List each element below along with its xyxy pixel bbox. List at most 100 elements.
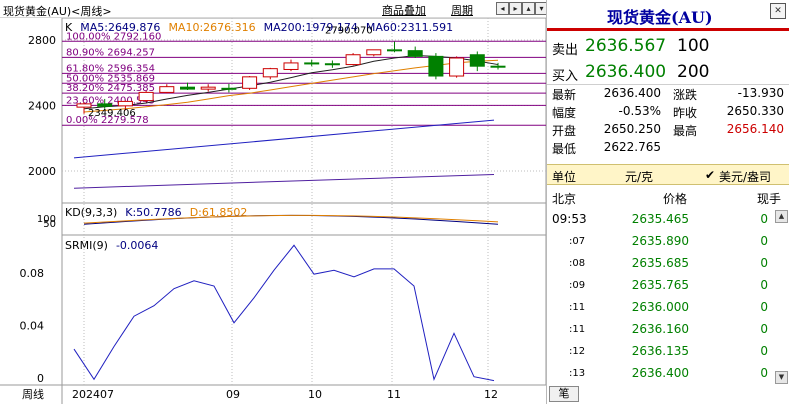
stat-value: 2622.765 <box>603 140 661 154</box>
candle-body <box>428 55 444 77</box>
x-tick-label: 11 <box>387 388 401 401</box>
tick-scrollbar[interactable]: ▲ ▼ <box>775 210 788 384</box>
candle-body <box>449 57 465 77</box>
candle-body <box>387 49 402 52</box>
stat-value: 2650.250 <box>603 122 661 136</box>
tick-row[interactable]: :09 2635.765 0 <box>547 276 789 299</box>
tick-row[interactable]: :07 2635.890 0 <box>547 232 789 255</box>
tick-time: :09 <box>569 280 586 291</box>
fib-label: 80.90% 2694.257 <box>66 47 155 58</box>
arrow-right-icon[interactable]: ▸ <box>509 2 522 15</box>
close-icon[interactable]: ✕ <box>770 3 786 19</box>
tick-row[interactable]: :11 2636.000 0 <box>547 298 789 321</box>
stats-row: 最低 2622.765 <box>547 140 789 158</box>
stat-key: 涨跌 <box>673 88 698 102</box>
stats-row: 幅度 -0.53% 昨收 2650.330 <box>547 104 789 122</box>
check-icon[interactable]: ✔ <box>705 168 715 182</box>
chart-svg[interactable]: K MA5:2649.876 MA10:2676.316 MA200:1979.174… <box>0 18 546 404</box>
srmi-panel <box>61 234 546 386</box>
srmi-axis-labels: 0.08 0.04 0 <box>20 267 45 385</box>
header-divider <box>547 28 789 31</box>
stat-key: 昨收 <box>673 106 698 120</box>
overlay-button[interactable]: 商品叠加 <box>382 2 426 18</box>
stat-value: 2636.400 <box>603 86 661 100</box>
unit-mode-toggle[interactable]: 美元/盎司 <box>719 168 771 185</box>
candle-body <box>242 76 258 89</box>
tick-volume: 0 <box>760 278 768 292</box>
legend-item: SRMI(9) <box>65 239 108 252</box>
candle-body <box>221 87 237 90</box>
candle-body <box>117 100 133 107</box>
stat-key: 幅度 <box>552 106 577 120</box>
stat-key: 开盘 <box>552 124 577 138</box>
tick-time: :07 <box>569 236 586 247</box>
stat-key: 最低 <box>552 142 577 156</box>
scroll-down-icon[interactable]: ▼ <box>775 371 788 384</box>
tick-price: 2636.135 <box>631 344 689 358</box>
tick-price: 2636.000 <box>631 300 689 314</box>
kd-tick-label: 50 <box>43 219 56 230</box>
stat-key: 最新 <box>552 88 577 102</box>
unit-bar: 单位 元/克 ✔ 美元/盎司 <box>547 164 789 185</box>
sell-volume: 100 <box>677 36 710 56</box>
tick-time: :12 <box>569 346 586 357</box>
unit-value[interactable]: 元/克 <box>625 168 653 185</box>
stat-value: -0.53% <box>618 104 661 118</box>
tick-row[interactable]: :13 2636.400 0 <box>547 364 789 387</box>
stats-row: 最新 2636.400 涨跌 -13.930 <box>547 86 789 104</box>
sell-row: 卖出 2636.567 100 <box>547 33 789 59</box>
price-axis-labels: 2800 2400 2000 <box>28 34 56 178</box>
stat-value: 2650.330 <box>726 104 784 118</box>
tick-tab[interactable]: 笔 <box>549 386 579 402</box>
candle-body <box>324 63 340 66</box>
tick-row[interactable]: :11 2636.160 0 <box>547 320 789 343</box>
x-axis-title: 周线 <box>22 387 44 401</box>
chart-area[interactable]: 现货黄金(AU)<周线> 商品叠加 周期 ◂ ▸ ▴ ▾ K MA5:2649.8… <box>0 0 548 404</box>
arrow-up-icon[interactable]: ▴ <box>522 2 535 15</box>
tick-row[interactable]: :08 2635.685 0 <box>547 254 789 277</box>
fib-label: 100.00% 2792.160 <box>66 31 161 42</box>
buy-row: 买入 2636.400 200 <box>547 59 789 85</box>
candle-body <box>180 86 195 90</box>
tick-price: 2636.400 <box>631 366 689 380</box>
stats-row: 开盘 2650.250 最高 2656.140 <box>547 122 789 140</box>
buy-price: 2636.400 <box>585 62 667 82</box>
arrow-left-icon[interactable]: ◂ <box>496 2 509 15</box>
tick-row[interactable]: 09:53 2635.465 0 <box>547 210 789 233</box>
stat-value: -13.930 <box>737 86 784 100</box>
tick-volume: 0 <box>760 322 768 336</box>
tick-price: 2635.465 <box>631 212 689 226</box>
srmi-tick-label: 0 <box>37 372 44 385</box>
tick-time: :11 <box>569 302 586 313</box>
x-tick-label: 09 <box>226 388 240 401</box>
tick-header-volume: 现手 <box>757 192 782 206</box>
period-button[interactable]: 周期 <box>451 2 473 18</box>
tick-volume: 0 <box>760 212 768 226</box>
legend-item: KD(9,3,3) <box>65 206 117 219</box>
legend-item: K:50.7786 <box>125 206 181 219</box>
candle-body <box>262 68 278 78</box>
stat-value: 2656.140 <box>726 122 784 136</box>
candle-body <box>159 86 175 93</box>
quote-panel: 现货黄金(AU) ✕ 卖出 2636.567 100 买入 2636.400 2… <box>546 0 789 404</box>
price-tick-label: 2000 <box>28 165 56 178</box>
unit-label: 单位 <box>552 170 577 184</box>
x-tick-label: 12 <box>484 388 498 401</box>
tick-volume: 0 <box>760 366 768 380</box>
candle-body <box>469 54 485 67</box>
quote-header: 现货黄金(AU) ✕ <box>547 0 789 30</box>
scroll-up-icon[interactable]: ▲ <box>775 210 788 223</box>
candle-body <box>345 54 361 66</box>
candle-body <box>304 62 320 65</box>
tick-price: 2635.765 <box>631 278 689 292</box>
tick-volume: 0 <box>760 344 768 358</box>
tick-price: 2635.685 <box>631 256 689 270</box>
tick-time: :08 <box>569 258 586 269</box>
tick-table-header: 北京 价格 现手 <box>547 188 789 208</box>
tick-time: 09:53 <box>552 212 587 226</box>
sell-price: 2636.567 <box>585 36 667 56</box>
price-tick-label: 2400 <box>28 100 56 113</box>
tick-row[interactable]: :12 2636.135 0 <box>547 342 789 365</box>
tick-volume: 0 <box>760 256 768 270</box>
x-tick-label: 10 <box>308 388 322 401</box>
